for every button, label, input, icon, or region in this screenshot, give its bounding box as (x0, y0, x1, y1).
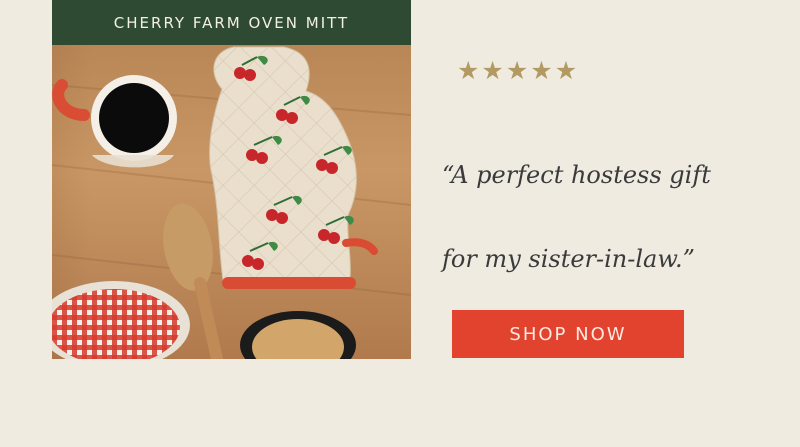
star-icon: ★ (457, 57, 480, 85)
product-card[interactable]: CHERRY FARM OVEN MITT (52, 0, 411, 359)
gingham-plate (52, 281, 190, 359)
review-quote-line: “A perfect hostess gift (442, 161, 711, 189)
product-title: CHERRY FARM OVEN MITT (113, 13, 350, 32)
star-icon: ★ (481, 57, 504, 85)
product-photo[interactable] (52, 45, 411, 359)
star-icon: ★ (530, 57, 553, 85)
coffee-mug (52, 75, 177, 168)
star-icon: ★ (505, 57, 529, 85)
oven-mitt (209, 46, 378, 289)
review-quote-line: for my sister-in-law.” (442, 245, 695, 273)
product-title-banner: CHERRY FARM OVEN MITT (52, 0, 411, 45)
shop-now-button[interactable]: SHOP NOW (452, 310, 684, 358)
review-quote: “A perfect hostess gift for my sister-in… (442, 112, 740, 322)
product-photo-illustration (52, 46, 411, 359)
star-icon: ★ (554, 57, 578, 85)
rating-stars: ★ ★ ★ ★ ★ (457, 56, 740, 86)
cake-pan (240, 311, 356, 359)
